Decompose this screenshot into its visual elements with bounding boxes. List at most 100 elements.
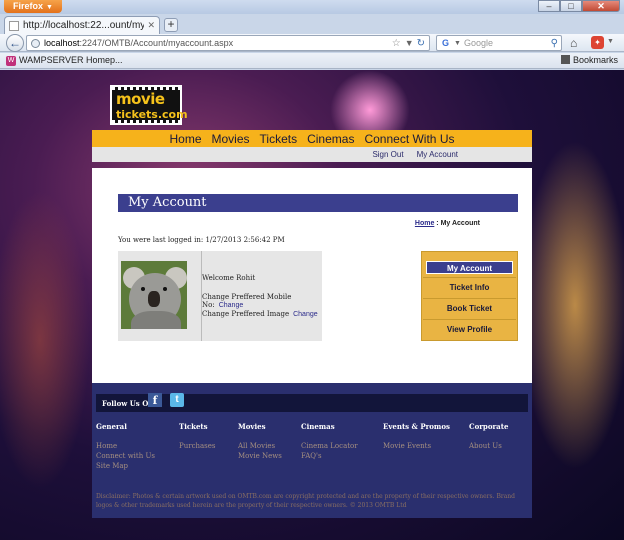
change-mobile-link[interactable]: Change [219,302,244,309]
footer-link-connect[interactable]: Connect with Us [96,451,155,461]
new-tab-button[interactable]: + [164,18,178,32]
chevron-down-icon: ▼ [46,4,53,11]
last-login-text: You were last logged in: 1/27/2013 2:56:… [118,236,285,244]
window-controls: – □ ✕ [538,0,620,12]
site-logo[interactable]: movie tickets.com [110,85,188,125]
nav-connect-with-us[interactable]: Connect With Us [359,132,459,146]
side-menu-book-ticket[interactable]: Book Ticket [426,302,513,315]
koala-eye [163,287,167,291]
footer-link-movie-events[interactable]: Movie Events [383,441,450,451]
profile-photo [121,261,187,329]
tab-strip: http://localhost:22...ount/myaccount.asp… [0,14,624,34]
breadcrumb-current: My Account [440,220,480,227]
site-container: movie tickets.com Home Movies Tickets Ci… [92,70,532,540]
footer-disclaimer: Disclaimer: Photos & certain artwork use… [96,493,516,509]
footer-link-purchases[interactable]: Purchases [179,441,216,451]
footer-heading: Events & Promos [383,422,450,431]
footer-heading: Tickets [179,422,208,431]
main-content: My Account Home : My Account You were la… [92,168,532,383]
search-icon[interactable]: ⚲ [551,38,558,49]
facebook-icon[interactable]: f [148,393,162,407]
google-icon[interactable]: G [440,38,451,49]
account-navigation: Sign Out My Account [92,147,532,162]
footer-link-all-movies[interactable]: All Movies [238,441,282,451]
page-viewport: movie tickets.com Home Movies Tickets Ci… [0,70,624,540]
footer-heading: Cinemas [301,422,335,431]
film-strip-icon [112,120,180,123]
logo-text-top: movie [116,90,165,108]
reload-icon[interactable]: ↻ [417,38,425,49]
nav-home[interactable]: Home [165,132,207,146]
browser-tab[interactable]: http://localhost:22...ount/myaccount.asp… [4,16,160,34]
firefox-menu-button[interactable]: Firefox ▼ [4,0,62,13]
footer-column-general: General Home Connect with Us Site Map [96,422,155,471]
bookmarks-menu-button[interactable]: Bookmarks [560,55,618,65]
follow-us-label: Follow Us On [102,399,154,408]
footer-column-events: Events & Promos Movie Events [383,422,450,451]
image-preference-label: Change Preffered Image [202,310,290,318]
history-dropdown-icon[interactable]: ▼ [405,38,414,48]
nav-tickets[interactable]: Tickets [255,132,303,146]
window-titlebar: Firefox ▼ – □ ✕ [0,0,624,14]
bookmarks-icon [560,55,570,64]
home-icon[interactable]: ⌂ [570,36,577,50]
change-image-link[interactable]: Change [293,311,318,318]
menu-divider [423,319,516,320]
close-window-button[interactable]: ✕ [582,0,620,12]
firefox-menu-label: Firefox [13,1,44,11]
sign-out-link[interactable]: Sign Out [372,150,403,159]
background-light [0,190,90,490]
account-side-menu: My Account Ticket Info Book Ticket View … [421,251,518,341]
menu-divider [423,277,516,278]
navigation-toolbar: ← localhost:2247/OMTB/Account/myaccount.… [0,34,624,52]
bookmark-wampserver[interactable]: WAMPSERVER Homep... [19,55,123,65]
site-footer: Follow Us On f t General Home Connect wi… [92,383,532,518]
nav-movies[interactable]: Movies [207,132,255,146]
breadcrumb-home-link[interactable]: Home [415,220,434,227]
footer-link-movie-news[interactable]: Movie News [238,451,282,461]
page-icon [9,20,19,31]
side-menu-ticket-info[interactable]: Ticket Info [426,281,513,294]
wampserver-icon: W [6,56,16,66]
welcome-text: Welcome Rohit [202,274,256,282]
minimize-button[interactable]: – [538,0,560,12]
search-engine-dropdown-icon[interactable]: ▼ [454,40,461,47]
bookmarks-toolbar: W WAMPSERVER Homep... Bookmarks [0,53,624,69]
search-bar[interactable]: G ▼ Google ⚲ [436,35,562,51]
footer-link-sitemap[interactable]: Site Map [96,461,155,471]
maximize-button[interactable]: □ [560,0,582,12]
addon-icon[interactable]: ✦ [591,36,604,49]
footer-column-movies: Movies All Movies Movie News [238,422,282,461]
follow-us-bar: Follow Us On f t [96,393,528,412]
koala-nose [148,291,160,307]
side-menu-my-account[interactable]: My Account [426,261,513,274]
my-account-link[interactable]: My Account [417,150,458,159]
footer-link-home[interactable]: Home [96,441,155,451]
image-preference-row: Change Preffered Image Change [202,310,318,318]
url-path: :2247/OMTB/Account/myaccount.aspx [79,38,234,48]
bookmark-star-icon[interactable]: ☆ [392,38,401,49]
nav-cinemas[interactable]: Cinemas [302,132,359,146]
footer-column-cinemas: Cinemas Cinema Locator FAQ's [301,422,358,461]
addon-dropdown-icon[interactable]: ▼ [607,38,614,45]
mobile-preference-label: Change Preffered Mobile No: [202,293,292,309]
search-input[interactable]: Google [464,38,551,48]
close-tab-icon[interactable]: ✕ [147,20,155,31]
main-navigation: Home Movies Tickets Cinemas Connect With… [92,130,532,147]
back-button[interactable]: ← [6,34,24,52]
breadcrumb: Home : My Account [415,220,480,227]
url-bar[interactable]: localhost:2247/OMTB/Account/myaccount.as… [26,35,430,51]
footer-link-faqs[interactable]: FAQ's [301,451,358,461]
url-host: localhost [44,38,80,48]
footer-link-about-us[interactable]: About Us [469,441,508,451]
footer-column-corporate: Corporate About Us [469,422,508,451]
footer-link-cinema-locator[interactable]: Cinema Locator [301,441,358,451]
footer-heading: Movies [238,422,266,431]
koala-body [131,311,181,329]
footer-column-tickets: Tickets Purchases [179,422,216,451]
twitter-icon[interactable]: t [170,393,184,407]
side-menu-view-profile[interactable]: View Profile [426,323,513,336]
background-light [520,140,624,470]
tab-title: http://localhost:22...ount/myaccount.asp… [23,20,145,31]
site-identity-icon[interactable] [31,38,40,48]
